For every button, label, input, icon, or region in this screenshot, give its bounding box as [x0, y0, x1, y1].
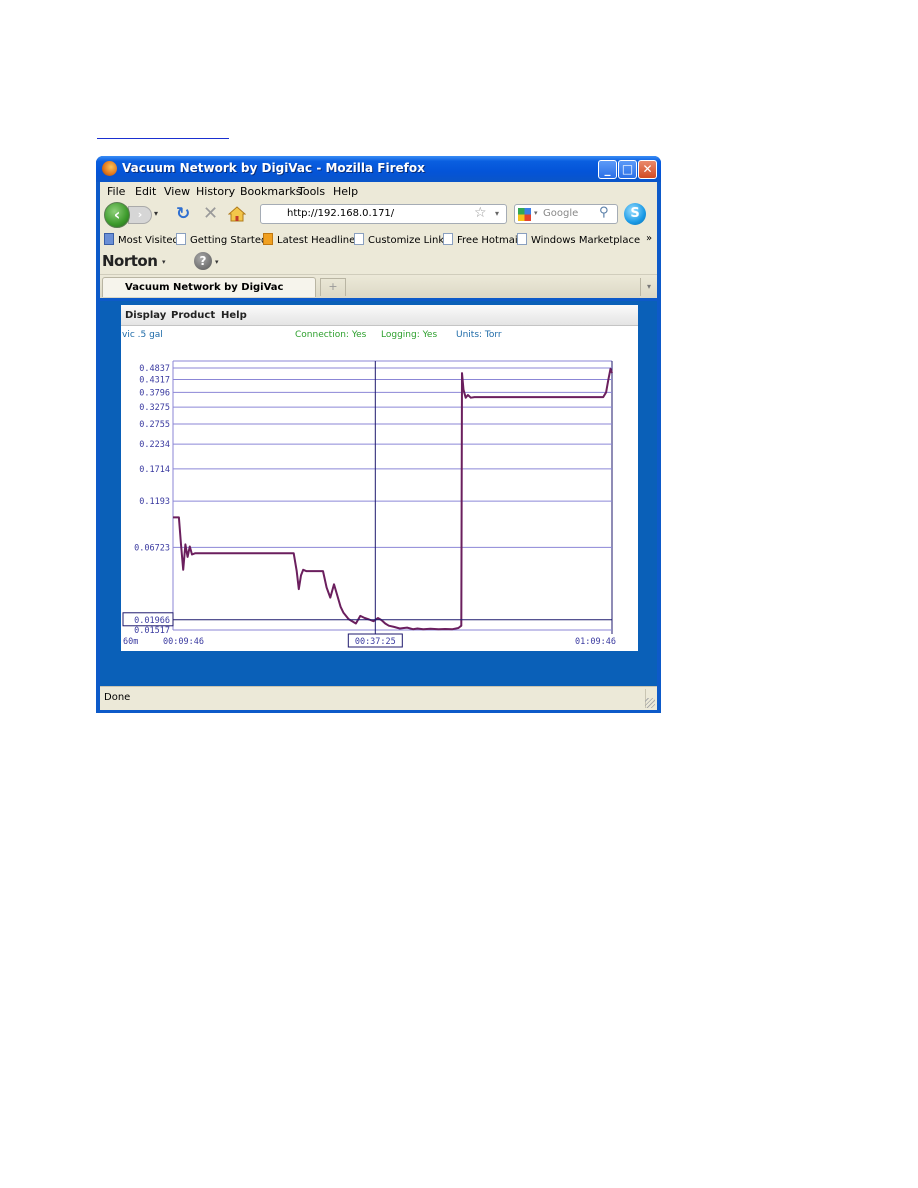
title-bar: Vacuum Network by DigiVac - Mozilla Fire…	[96, 156, 661, 182]
menu-view[interactable]: View	[164, 185, 190, 198]
bookmark-getting-started[interactable]: Getting Started	[176, 233, 267, 246]
bookmark-star-icon[interactable]: ☆	[474, 205, 487, 221]
y-tick-label: 0.4837	[139, 364, 170, 374]
x-tick-label: 01:09:46	[575, 637, 616, 647]
menu-tools[interactable]: Tools	[298, 185, 325, 198]
time-span-label: 60m	[123, 637, 138, 647]
y-tick-label: 0.1193	[139, 497, 170, 507]
search-icon[interactable]: ⚲	[599, 205, 609, 220]
rss-icon	[263, 233, 273, 245]
logging-status: Logging: Yes	[381, 330, 438, 340]
bookmark-free-hotmail[interactable]: Free Hotmail	[443, 233, 520, 246]
resize-grip[interactable]	[645, 698, 655, 708]
bookmark-latest-headlines[interactable]: Latest Headlines	[263, 233, 361, 246]
bookmark-label: Windows Marketplace	[531, 235, 641, 246]
bookmarks-toolbar: Most Visited Getting Started Latest Head…	[100, 230, 657, 250]
units-status: Units: Torr	[456, 330, 502, 340]
app-menu-product[interactable]: Product	[171, 310, 215, 321]
navigation-toolbar: › ‹ ▾ ↻ ✕ http://192.168.0.171/ ☆ ▾ ▾ Go…	[100, 200, 657, 230]
page-icon	[443, 233, 453, 245]
menu-bookmarks[interactable]: Bookmarks	[240, 185, 301, 198]
forward-button[interactable]: ›	[128, 206, 152, 224]
page-icon	[354, 233, 364, 245]
y-tick-label: 0.01517	[134, 626, 170, 636]
page-icon	[176, 233, 186, 245]
top-link-underline[interactable]	[97, 138, 229, 139]
app-menu-help[interactable]: Help	[221, 310, 247, 321]
bookmark-windows-marketplace[interactable]: Windows Marketplace	[517, 233, 640, 246]
history-dropdown-icon[interactable]: ▾	[154, 209, 158, 218]
page-content: Display Product Help vic .5 gal Connecti…	[100, 301, 657, 686]
search-engine-dropdown-icon[interactable]: ▾	[534, 209, 538, 217]
search-box[interactable]: ▾ Google ⚲	[514, 204, 618, 224]
browser-chrome: File Edit View History Bookmarks Tools H…	[100, 182, 657, 298]
norton-dropdown-icon[interactable]: ▾	[162, 258, 166, 266]
bookmark-most-visited[interactable]: Most Visited	[104, 233, 179, 246]
sensor-name[interactable]: vic .5 gal	[122, 330, 163, 340]
pressure-trace	[173, 367, 613, 631]
bookmark-label: Free Hotmail	[457, 235, 521, 246]
bookmark-label: Latest Headlines	[277, 235, 361, 246]
help-icon[interactable]: ?	[194, 252, 212, 270]
bookmark-label: Customize Links	[368, 235, 450, 246]
bookmark-customize-links[interactable]: Customize Links	[354, 233, 449, 246]
menu-edit[interactable]: Edit	[135, 185, 156, 198]
window-title: Vacuum Network by DigiVac - Mozilla Fire…	[122, 161, 425, 175]
cursor-time-label: 00:37:25	[355, 637, 396, 647]
bookmarks-overflow-icon[interactable]: »	[646, 233, 652, 244]
y-tick-label: 0.2755	[139, 420, 170, 430]
status-text: Done	[104, 692, 131, 703]
norton-logo[interactable]: Norton	[102, 252, 158, 270]
menu-bar: File Edit View History Bookmarks Tools H…	[100, 182, 657, 200]
menu-file[interactable]: File	[107, 185, 125, 198]
tab-list-button[interactable]: ▾	[640, 278, 657, 296]
new-tab-button[interactable]: +	[320, 278, 346, 296]
minimize-button[interactable]: _	[598, 160, 617, 179]
app-menu-bar: Display Product Help	[121, 305, 638, 326]
digivac-app: Display Product Help vic .5 gal Connecti…	[121, 305, 638, 651]
cursor-value-label: 0.01966	[134, 616, 170, 626]
menu-help[interactable]: Help	[333, 185, 358, 198]
stop-button[interactable]: ✕	[203, 203, 218, 224]
y-tick-label: 0.1714	[139, 465, 170, 475]
url-dropdown-icon[interactable]: ▾	[495, 209, 499, 218]
y-tick-label: 0.3796	[139, 388, 170, 398]
tab-label: Vacuum Network by DigiVac	[125, 282, 284, 293]
connection-status: Connection: Yes	[295, 330, 367, 340]
home-icon[interactable]	[228, 205, 246, 223]
most-visited-icon	[104, 233, 114, 245]
y-tick-label: 0.4317	[139, 376, 170, 386]
bookmark-label: Most Visited	[118, 235, 179, 246]
menu-history[interactable]: History	[196, 185, 235, 198]
close-button[interactable]: ✕	[638, 160, 657, 179]
skype-icon[interactable]: S	[624, 203, 646, 225]
y-tick-label: 0.2234	[139, 440, 170, 450]
bookmark-label: Getting Started	[190, 235, 268, 246]
maximize-button[interactable]: □	[618, 160, 637, 179]
page-icon	[517, 233, 527, 245]
norton-toolbar: Norton ▾ ? ▾	[100, 250, 657, 274]
y-tick-label: 0.06723	[134, 543, 170, 553]
pressure-chart[interactable]: 0.4837 0.4317 0.3796 0.3275 0.2755 0.2234 0.17…	[121, 345, 638, 651]
back-button[interactable]: ‹	[104, 202, 130, 228]
browser-window: Vacuum Network by DigiVac - Mozilla Fire…	[96, 156, 661, 713]
search-input[interactable]: Google	[543, 208, 578, 219]
tab-bar: Vacuum Network by DigiVac + ▾	[100, 274, 657, 298]
x-tick-label: 00:09:46	[163, 637, 204, 647]
y-tick-label: 0.3275	[139, 403, 170, 413]
tab-vacuum-network[interactable]: Vacuum Network by DigiVac	[102, 277, 316, 297]
google-icon[interactable]	[518, 208, 531, 221]
url-bar[interactable]: http://192.168.0.171/ ☆ ▾	[260, 204, 507, 224]
reload-button[interactable]: ↻	[176, 204, 190, 224]
help-dropdown-icon[interactable]: ▾	[215, 258, 219, 266]
status-bar: Done	[100, 686, 657, 710]
firefox-icon	[102, 161, 117, 176]
url-text[interactable]: http://192.168.0.171/	[287, 208, 394, 219]
app-menu-display[interactable]: Display	[125, 310, 166, 321]
